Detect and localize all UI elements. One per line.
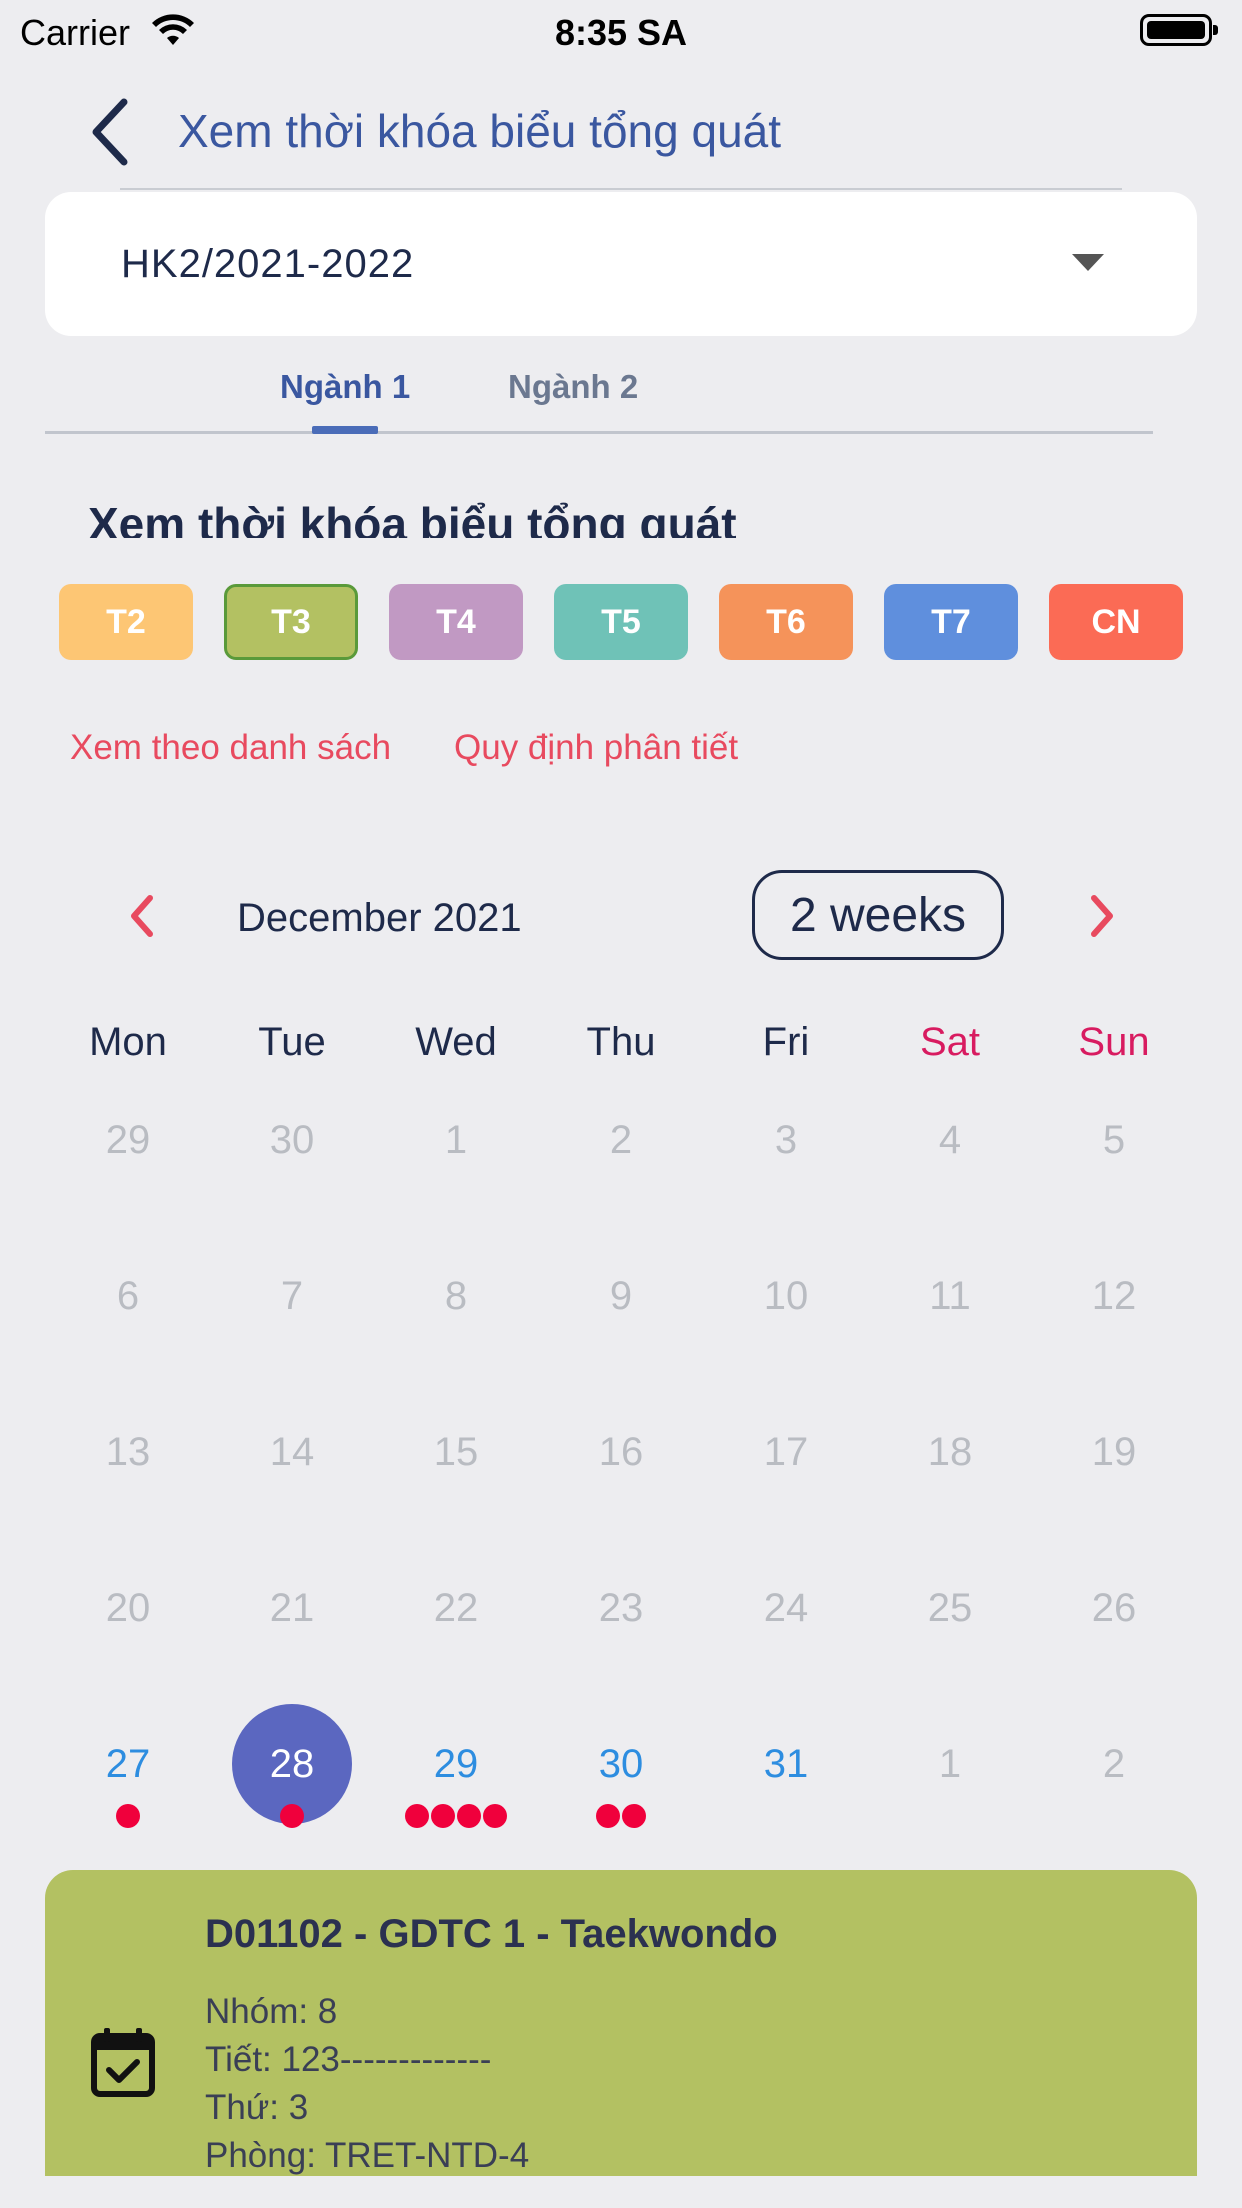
tab-indicator bbox=[312, 426, 378, 434]
calendar-day[interactable]: 25 bbox=[890, 1548, 1010, 1668]
calendar-day[interactable]: 18 bbox=[890, 1392, 1010, 1512]
event-dot bbox=[280, 1804, 304, 1828]
status-bar: Carrier 8:35 SA bbox=[0, 0, 1242, 62]
period-rules-link[interactable]: Quy định phân tiết bbox=[454, 728, 738, 768]
calendar-day[interactable]: 12 bbox=[1054, 1236, 1174, 1356]
calendar-day[interactable]: 22 bbox=[396, 1548, 516, 1668]
event-dot bbox=[457, 1804, 481, 1828]
calendar-day[interactable]: 5 bbox=[1054, 1080, 1174, 1200]
day-chip-t2[interactable]: T2 bbox=[59, 584, 193, 660]
calendar-day[interactable]: 1 bbox=[890, 1704, 1010, 1824]
day-chip-t7[interactable]: T7 bbox=[884, 584, 1018, 660]
calendar-day[interactable]: 8 bbox=[396, 1236, 516, 1356]
calendar-day[interactable]: 15 bbox=[396, 1392, 516, 1512]
calendar-day[interactable]: 2 bbox=[561, 1080, 681, 1200]
event-card[interactable]: D01102 - GDTC 1 - Taekwondo Nhóm: 8 Tiết… bbox=[45, 1870, 1197, 2208]
weekday-header-fri: Fri bbox=[762, 1020, 810, 1064]
calendar-mode-button[interactable]: 2 weeks bbox=[752, 870, 1004, 960]
event-dots bbox=[405, 1804, 507, 1828]
semester-select[interactable]: HK2/2021-2022 bbox=[45, 192, 1197, 336]
day-chip-t5[interactable]: T5 bbox=[554, 584, 688, 660]
event-title: D01102 - GDTC 1 - Taekwondo bbox=[205, 1912, 778, 1956]
header-divider bbox=[120, 188, 1122, 190]
event-period: Tiết: 123------------- bbox=[205, 2040, 492, 2079]
calendar-day[interactable]: 2 bbox=[1054, 1704, 1174, 1824]
weekday-header-tue: Tue bbox=[258, 1020, 326, 1064]
semester-select-value: HK2/2021-2022 bbox=[121, 242, 415, 286]
next-month-chevron-icon[interactable] bbox=[1082, 888, 1122, 944]
calendar-day[interactable]: 10 bbox=[726, 1236, 846, 1356]
calendar-day[interactable]: 6 bbox=[68, 1236, 188, 1356]
event-dot bbox=[405, 1804, 429, 1828]
calendar-day[interactable]: 1 bbox=[396, 1080, 516, 1200]
weekday-header-mon: Mon bbox=[89, 1020, 167, 1064]
bottom-mask bbox=[0, 2176, 1242, 2208]
event-weekday: Thứ: 3 bbox=[205, 2088, 309, 2127]
back-chevron-icon[interactable] bbox=[82, 94, 142, 170]
event-group: Nhóm: 8 bbox=[205, 1992, 338, 2031]
calendar-month-label: December 2021 bbox=[237, 896, 522, 940]
weekday-header-wed: Wed bbox=[415, 1020, 497, 1064]
event-dot bbox=[483, 1804, 507, 1828]
calendar-check-icon bbox=[91, 2028, 155, 2097]
calendar-day[interactable]: 16 bbox=[561, 1392, 681, 1512]
calendar-day[interactable]: 31 bbox=[726, 1704, 846, 1824]
weekday-header-thu: Thu bbox=[586, 1020, 656, 1064]
event-dot bbox=[116, 1804, 140, 1828]
day-chip-t3[interactable]: T3 bbox=[224, 584, 358, 660]
calendar-day[interactable]: 23 bbox=[561, 1548, 681, 1668]
calendar-day[interactable]: 17 bbox=[726, 1392, 846, 1512]
calendar-day[interactable]: 30 bbox=[232, 1080, 352, 1200]
day-chip-t4[interactable]: T4 bbox=[389, 584, 523, 660]
event-dot bbox=[596, 1804, 620, 1828]
section-title: Xem thời khóa biểu tổng quát bbox=[88, 498, 737, 538]
calendar-day[interactable]: 13 bbox=[68, 1392, 188, 1512]
calendar-day[interactable]: 24 bbox=[726, 1548, 846, 1668]
calendar-day[interactable]: 3 bbox=[726, 1080, 846, 1200]
event-dots bbox=[596, 1804, 646, 1828]
calendar-day[interactable]: 20 bbox=[68, 1548, 188, 1668]
dropdown-arrow-icon bbox=[1072, 254, 1104, 271]
calendar-day[interactable]: 9 bbox=[561, 1236, 681, 1356]
major-tabs: Ngành 1 Ngành 2 bbox=[45, 350, 1153, 434]
calendar-day[interactable]: 4 bbox=[890, 1080, 1010, 1200]
calendar-day[interactable]: 29 bbox=[68, 1080, 188, 1200]
event-dots bbox=[280, 1804, 304, 1828]
day-filter-chips: T2 T3 T4 T5 T6 T7 CN bbox=[59, 584, 1183, 660]
calendar-day[interactable]: 21 bbox=[232, 1548, 352, 1668]
weekday-header-sun: Sun bbox=[1078, 1020, 1150, 1064]
list-view-link[interactable]: Xem theo danh sách bbox=[70, 728, 391, 768]
calendar-day[interactable]: 26 bbox=[1054, 1548, 1174, 1668]
battery-icon bbox=[1140, 14, 1218, 46]
page-title: Xem thời khóa biểu tổng quát bbox=[178, 105, 782, 157]
tab-major-1[interactable]: Ngành 1 bbox=[280, 368, 410, 406]
day-chip-cn[interactable]: CN bbox=[1049, 584, 1183, 660]
tab-major-2[interactable]: Ngành 2 bbox=[508, 368, 638, 406]
weekday-header-sat: Sat bbox=[919, 1020, 981, 1064]
event-dots bbox=[116, 1804, 140, 1828]
event-room: Phòng: TRET-NTD-4 bbox=[205, 2136, 530, 2175]
clock-label: 8:35 SA bbox=[554, 12, 688, 53]
prev-month-chevron-icon[interactable] bbox=[122, 888, 162, 944]
day-chip-t6[interactable]: T6 bbox=[719, 584, 853, 660]
calendar-day[interactable]: 11 bbox=[890, 1236, 1010, 1356]
nav-header: Xem thời khóa biểu tổng quát bbox=[0, 80, 1242, 190]
calendar-day[interactable]: 14 bbox=[232, 1392, 352, 1512]
calendar-day[interactable]: 7 bbox=[232, 1236, 352, 1356]
event-dot bbox=[622, 1804, 646, 1828]
event-dot bbox=[431, 1804, 455, 1828]
calendar-day[interactable]: 19 bbox=[1054, 1392, 1174, 1512]
